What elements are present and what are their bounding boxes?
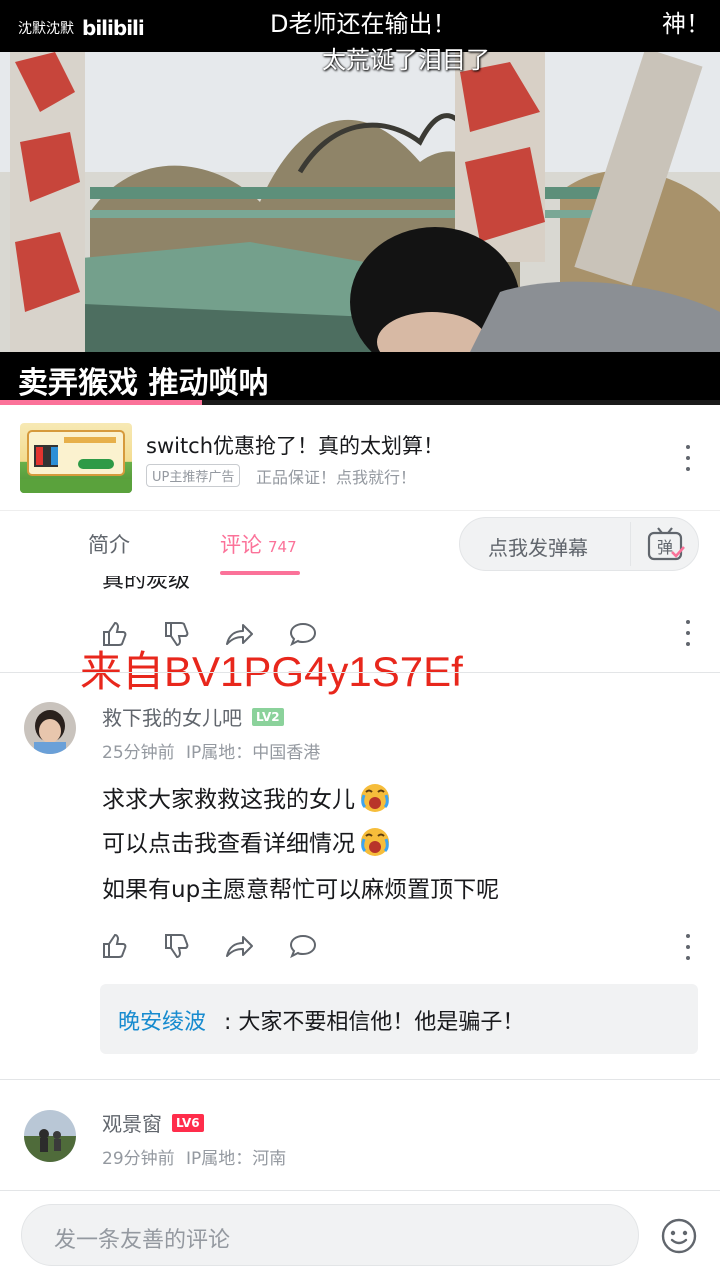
crying-face-emoji xyxy=(361,828,389,856)
comment-actions xyxy=(100,932,318,960)
comment-input-bar: 发一条友善的评论 xyxy=(0,1190,720,1280)
ad-card[interactable]: switch优惠抢了！真的太划算！ UP主推荐广告 正品保证！点我就行！ xyxy=(0,405,720,510)
ad-subtitle: 正品保证！点我就行！ xyxy=(256,468,417,487)
tab-comments-label: 评论 xyxy=(220,533,262,557)
username-text: 观景窗 xyxy=(102,1112,162,1136)
danmaku-input[interactable]: 点我发弹幕 弹 xyxy=(459,517,699,571)
danmaku-comment: D老师还在输出！ xyxy=(270,10,457,38)
avatar[interactable] xyxy=(24,702,76,754)
comment-time: 29分钟前 xyxy=(102,1149,175,1169)
dislike-icon[interactable] xyxy=(162,932,190,960)
comment-username[interactable]: 观景窗 LV6 xyxy=(102,1108,204,1137)
ad-thumbnail[interactable] xyxy=(20,423,132,493)
video-frame[interactable] xyxy=(0,52,720,352)
tab-bar: 简介 评论 747 点我发弹幕 弹 xyxy=(0,510,720,576)
danmaku-toggle-icon[interactable]: 弹 xyxy=(646,526,686,562)
comment-count: 747 xyxy=(268,538,297,556)
uploader-name: 沈默沈默 xyxy=(18,21,74,37)
danmaku-comment: 神！ xyxy=(662,10,710,38)
reply-username[interactable]: 晚安绫波 xyxy=(118,1004,206,1036)
comment-text: 可以点击我查看详细情况 xyxy=(102,831,355,857)
crying-face-emoji xyxy=(361,784,389,812)
reply-preview[interactable]: 晚安绫波 : 大家不要相信他！他是骗子！ xyxy=(100,984,698,1054)
video-scene-image xyxy=(0,52,720,352)
danmaku-icon-label: 弹 xyxy=(657,538,673,557)
ad-badge: UP主推荐广告 xyxy=(146,464,241,487)
reply-text: : 大家不要相信他！他是骗子！ xyxy=(224,1010,525,1035)
comment-input-placeholder: 发一条友善的评论 xyxy=(54,1228,231,1253)
more-vertical-icon[interactable] xyxy=(678,445,698,471)
divider xyxy=(0,672,720,673)
video-player[interactable]: 沈默沈默 bilibili D老师还在输出！ 太荒诞了泪目了 神！ 卖弄猴戏 推… xyxy=(0,0,720,405)
more-vertical-icon[interactable] xyxy=(678,620,698,646)
avatar-image xyxy=(24,702,76,754)
comment-content-line: 可以点击我查看详细情况 xyxy=(102,824,391,858)
source-watermark: 来自BV1PG4y1S7Ef xyxy=(80,648,463,695)
avatar[interactable] xyxy=(24,1110,76,1162)
comment-content-line: 求求大家救救这我的女儿 xyxy=(102,780,391,814)
video-subtitle: 卖弄猴戏 推动唢呐 xyxy=(18,366,269,401)
danmaku-comment: 太荒诞了泪目了 xyxy=(322,46,490,74)
comment-content-cut: 真的炭级 xyxy=(102,576,191,593)
divider xyxy=(630,522,631,566)
danmaku-placeholder: 点我发弹幕 xyxy=(488,536,588,560)
smiley-icon[interactable] xyxy=(660,1217,698,1255)
uploader-watermark: 沈默沈默 bilibili xyxy=(18,16,145,40)
reply-icon[interactable] xyxy=(288,932,318,960)
comment-input[interactable]: 发一条友善的评论 xyxy=(21,1204,639,1266)
comment-content-line: 如果有up主愿意帮忙可以麻烦置顶下呢 xyxy=(102,870,499,904)
comment-time: 25分钟前 xyxy=(102,743,175,763)
level-badge: LV2 xyxy=(252,707,284,726)
username-text: 救下我的女儿吧 xyxy=(102,706,242,730)
share-icon[interactable] xyxy=(224,932,254,960)
active-tab-indicator xyxy=(220,571,300,575)
divider xyxy=(0,1079,720,1080)
switch-ad-image xyxy=(20,430,132,493)
tab-intro[interactable]: 简介 xyxy=(88,529,130,559)
comment-ip: IP属地：中国香港 xyxy=(186,743,321,763)
like-icon[interactable] xyxy=(100,932,128,960)
comment-meta: 29分钟前 IP属地：河南 xyxy=(102,1144,286,1169)
level-badge: LV6 xyxy=(172,1113,204,1132)
comment-list[interactable]: 真的炭级 来自BV1PG4y1S7Ef 救下我的女儿吧 LV2 25分钟前 IP… xyxy=(0,576,720,1190)
avatar-image xyxy=(24,1110,76,1162)
comment-text: 如果有up主愿意帮忙可以麻烦置顶下呢 xyxy=(102,877,500,903)
comment-text: 求求大家救救这我的女儿 xyxy=(102,787,355,813)
bilibili-logo: bilibili xyxy=(82,16,145,40)
tab-comments[interactable]: 评论 747 xyxy=(220,529,297,559)
more-vertical-icon[interactable] xyxy=(678,934,698,960)
comment-ip: IP属地：河南 xyxy=(186,1149,287,1169)
comment-meta: 25分钟前 IP属地：中国香港 xyxy=(102,738,320,763)
comment-username[interactable]: 救下我的女儿吧 LV2 xyxy=(102,702,284,731)
ad-title[interactable]: switch优惠抢了！真的太划算！ xyxy=(146,430,444,460)
